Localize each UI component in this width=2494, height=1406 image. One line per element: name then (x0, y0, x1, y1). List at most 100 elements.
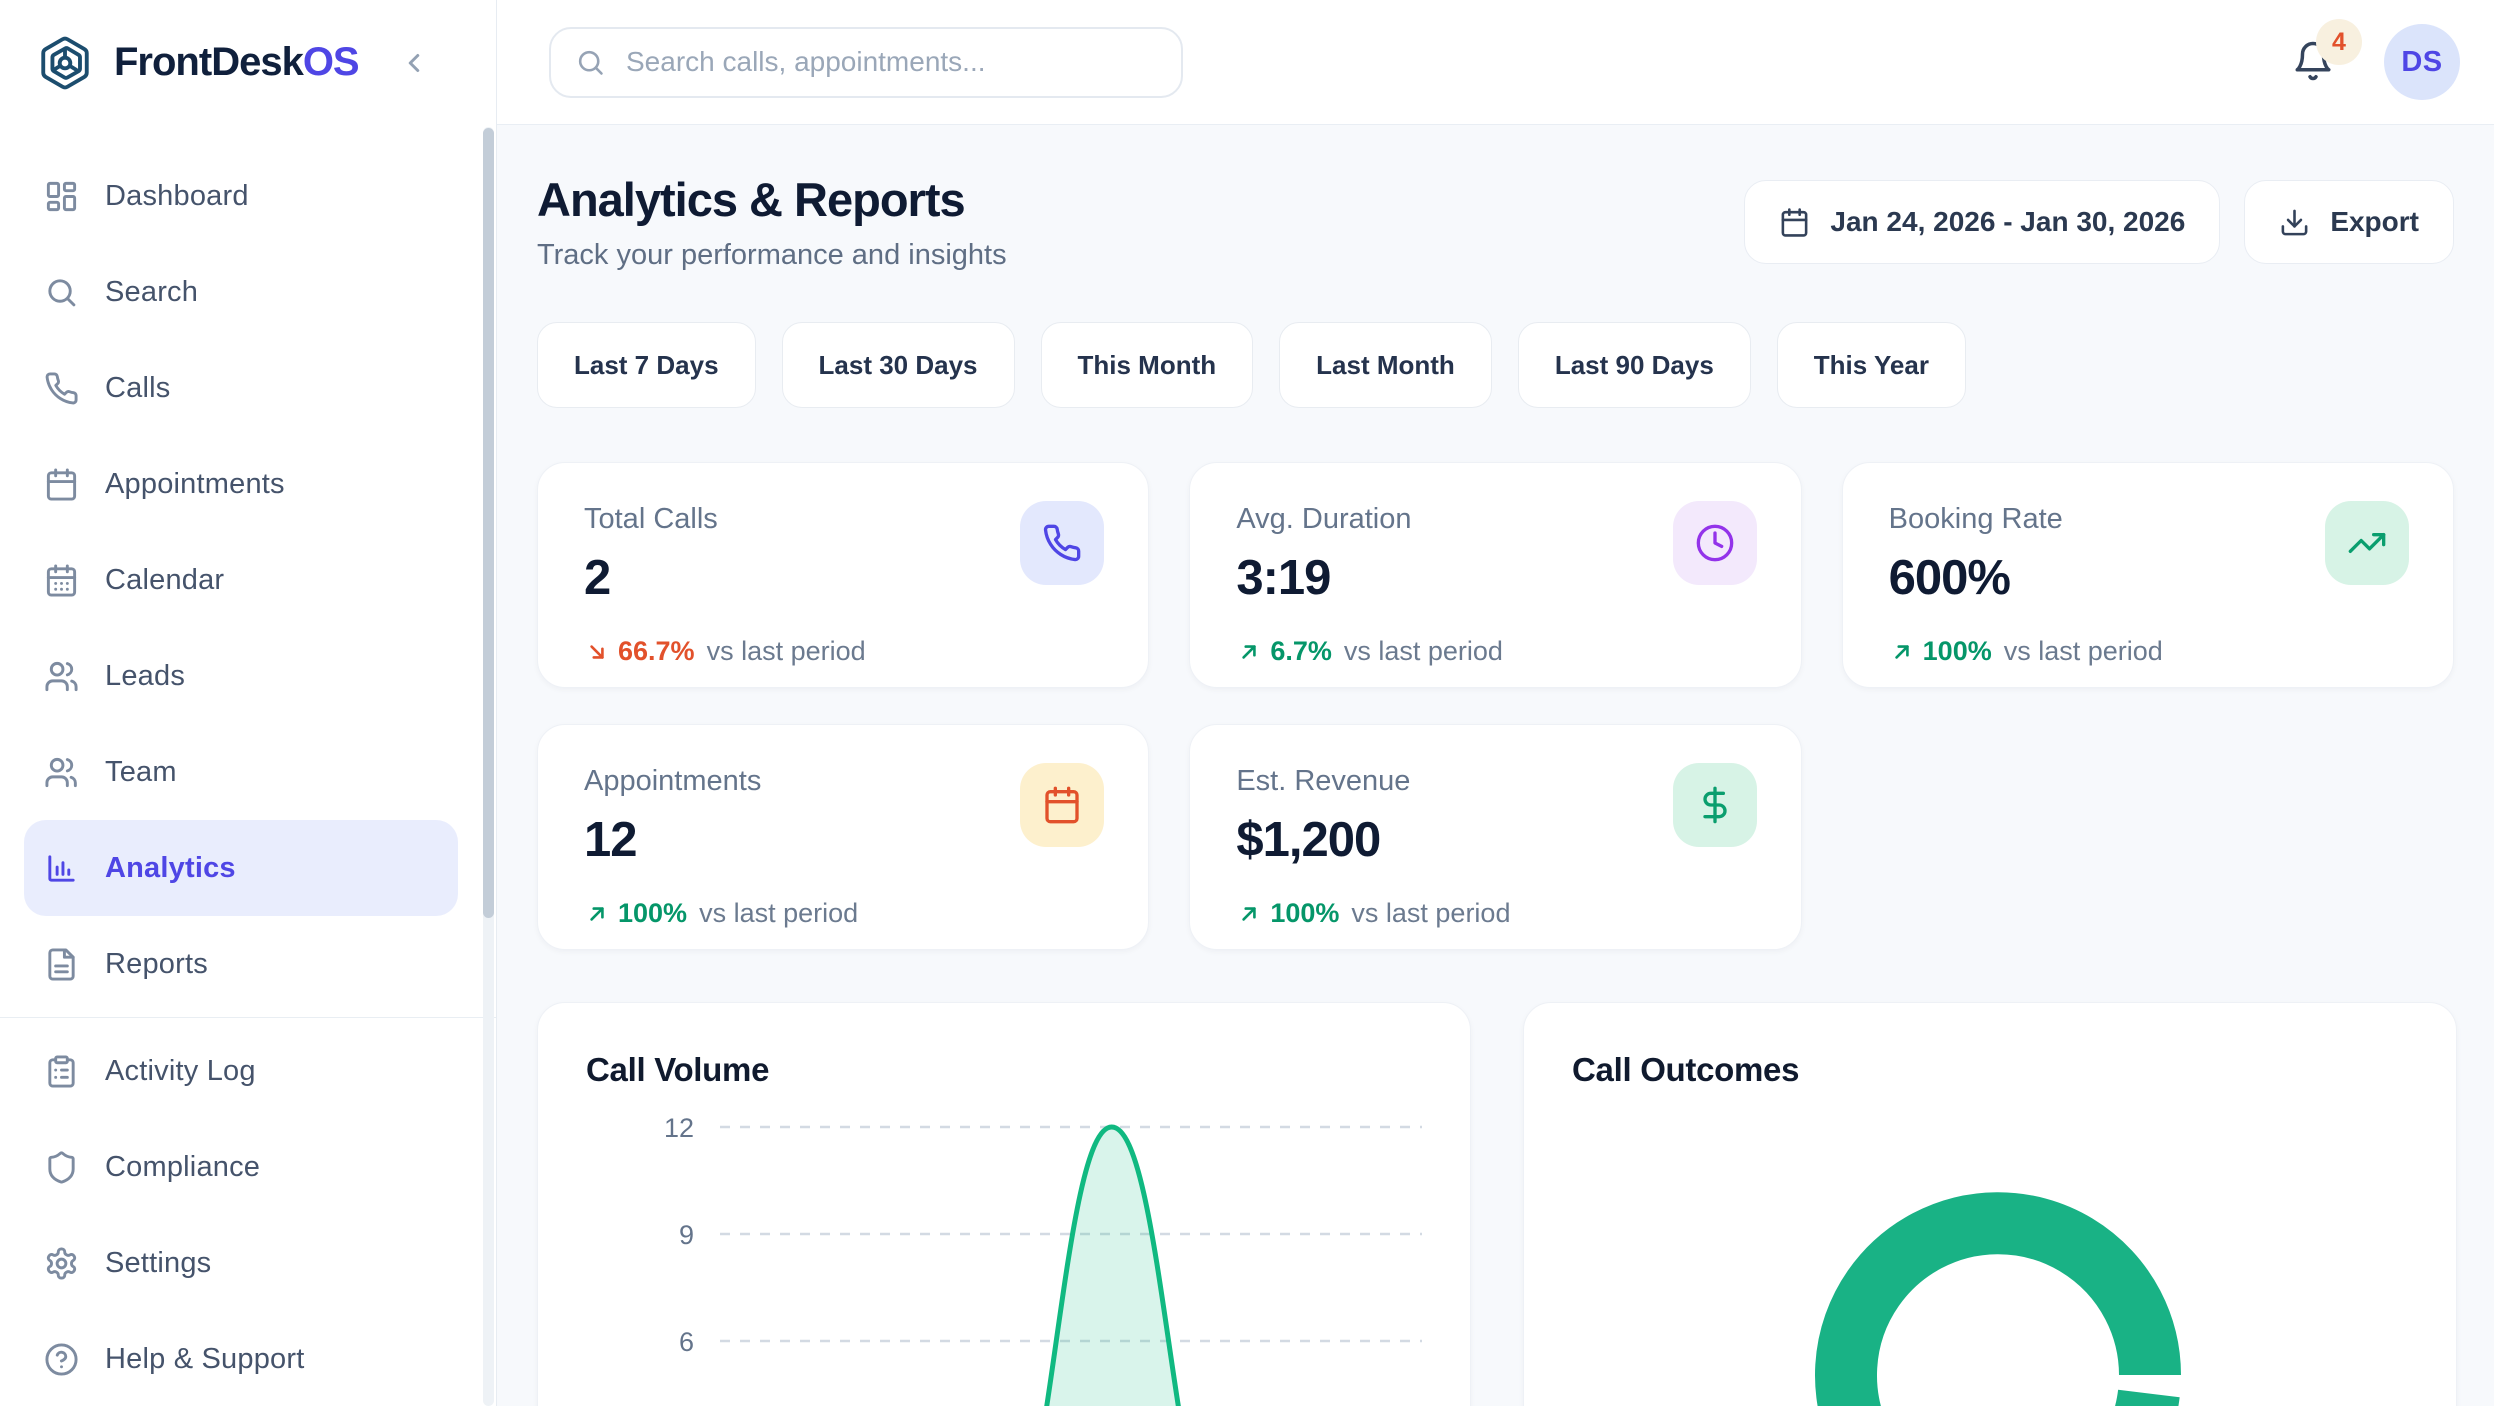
sidebar-item-compliance[interactable]: Compliance (24, 1119, 458, 1215)
logo-row: FrontDeskOS (0, 0, 496, 125)
users-icon (44, 659, 79, 694)
topbar: 4 DS (497, 0, 2494, 125)
app-root: FrontDeskOS Dashboard Search Calls Appoi… (0, 0, 2494, 1406)
export-button[interactable]: Export (2244, 180, 2454, 264)
shield-icon (44, 1150, 79, 1185)
page-subtitle: Track your performance and insights (537, 239, 1007, 272)
stats-grid: Total Calls 2 66.7% vs last period Avg. … (537, 462, 2454, 950)
chart-title: Call Volume (586, 1051, 1422, 1089)
arrow-up-right-icon (1236, 639, 1262, 665)
svg-text:12: 12 (664, 1113, 694, 1143)
delta-value: 66.7% (584, 636, 695, 667)
delta-value: 100% (1236, 898, 1339, 929)
page-header-controls: Jan 24, 2026 - Jan 30, 2026 Export (1744, 180, 2454, 264)
bar-chart-icon (44, 851, 79, 886)
dashboard-grid-icon (44, 179, 79, 214)
stat-delta: 6.7% vs last period (1236, 636, 1754, 667)
delta-suffix: vs last period (1351, 898, 1510, 929)
chip-last-7-days[interactable]: Last 7 Days (537, 322, 756, 408)
phone-icon (1042, 523, 1082, 563)
sidebar-item-reports[interactable]: Reports (24, 916, 458, 1012)
stat-card-total-calls: Total Calls 2 66.7% vs last period (537, 462, 1149, 688)
date-range-label: Jan 24, 2026 - Jan 30, 2026 (1830, 206, 2185, 238)
sidebar-item-search[interactable]: Search (24, 244, 458, 340)
sidebar-item-label: Search (105, 276, 198, 309)
global-search-box (549, 27, 1183, 98)
trending-up-icon-tile (2325, 501, 2409, 585)
call-volume-chart-card: Call Volume 12 9 6 (537, 1002, 1471, 1406)
global-search-input[interactable] (624, 45, 1157, 79)
dollar-icon-tile (1673, 763, 1757, 847)
svg-text:9: 9 (679, 1220, 694, 1250)
sidebar-item-team[interactable]: Team (24, 724, 458, 820)
stat-delta: 66.7% vs last period (584, 636, 1102, 667)
sidebar-item-label: Team (105, 756, 177, 789)
sidebar-item-calendar[interactable]: Calendar (24, 532, 458, 628)
gear-icon (44, 1246, 79, 1281)
sidebar-item-label: Leads (105, 660, 185, 693)
download-icon (2279, 207, 2310, 238)
delta-value: 6.7% (1236, 636, 1332, 667)
calendar-icon-tile (1020, 763, 1104, 847)
sidebar-item-label: Appointments (105, 468, 285, 501)
sidebar-item-leads[interactable]: Leads (24, 628, 458, 724)
file-text-icon (44, 947, 79, 982)
sidebar-item-dashboard[interactable]: Dashboard (24, 148, 458, 244)
chart-title: Call Outcomes (1572, 1051, 2408, 1089)
stat-delta: 100% vs last period (1889, 636, 2407, 667)
chip-this-year[interactable]: This Year (1777, 322, 1966, 408)
clipboard-list-icon (44, 1054, 79, 1089)
chevron-left-icon (399, 48, 429, 78)
sidebar-item-appointments[interactable]: Appointments (24, 436, 458, 532)
sidebar-scrollbar-thumb[interactable] (483, 128, 494, 918)
delta-value: 100% (584, 898, 687, 929)
chip-last-30-days[interactable]: Last 30 Days (782, 322, 1015, 408)
sidebar-item-label: Settings (105, 1247, 211, 1280)
sidebar-item-analytics[interactable]: Analytics (24, 820, 458, 916)
sidebar-item-activity-log[interactable]: Activity Log (24, 1023, 458, 1119)
sidebar-item-label: Calendar (105, 564, 224, 597)
chip-this-month[interactable]: This Month (1041, 322, 1254, 408)
export-label: Export (2330, 206, 2419, 238)
chip-last-90-days[interactable]: Last 90 Days (1518, 322, 1751, 408)
delta-value: 100% (1889, 636, 1992, 667)
brand-name: FrontDeskOS (114, 40, 359, 85)
trending-up-icon (2347, 523, 2387, 563)
call-outcomes-donut-chart (1572, 1111, 2408, 1406)
brand-name-primary: FrontDesk (114, 40, 303, 84)
phone-icon-tile (1020, 501, 1104, 585)
arrow-up-right-icon (1236, 901, 1262, 927)
sidebar-item-label: Activity Log (105, 1055, 256, 1088)
search-icon (44, 275, 79, 310)
date-range-picker[interactable]: Jan 24, 2026 - Jan 30, 2026 (1744, 180, 2220, 264)
user-avatar[interactable]: DS (2384, 24, 2460, 100)
sidebar-item-calls[interactable]: Calls (24, 340, 458, 436)
sidebar-item-label: Calls (105, 372, 170, 405)
phone-icon (44, 371, 79, 406)
chip-last-month[interactable]: Last Month (1279, 322, 1492, 408)
sidebar-item-help-support[interactable]: Help & Support (24, 1311, 458, 1406)
stat-delta: 100% vs last period (1236, 898, 1754, 929)
stat-card-avg-duration: Avg. Duration 3:19 6.7% vs last period (1189, 462, 1801, 688)
svg-text:6: 6 (679, 1327, 694, 1357)
sidebar-item-label: Help & Support (105, 1343, 304, 1376)
charts-grid: Call Volume 12 9 6 Call Outcomes (537, 1002, 2454, 1406)
sidebar-item-label: Dashboard (105, 180, 249, 213)
notifications-button[interactable]: 4 (2290, 37, 2336, 87)
page-header: Analytics & Reports Track your performan… (537, 172, 2454, 272)
delta-suffix: vs last period (2004, 636, 2163, 667)
stat-card-est-revenue: Est. Revenue $1,200 100% vs last period (1189, 724, 1801, 950)
sidebar-nav: Dashboard Search Calls Appointments Cale… (0, 125, 496, 1406)
call-outcomes-chart-card: Call Outcomes (1523, 1002, 2457, 1406)
brand-logo-hexagon-icon (36, 34, 94, 92)
sidebar-item-settings[interactable]: Settings (24, 1215, 458, 1311)
delta-suffix: vs last period (707, 636, 866, 667)
clock-icon (1695, 523, 1735, 563)
sidebar-collapse-button[interactable] (392, 41, 436, 85)
users-round-icon (44, 755, 79, 790)
sidebar-item-label: Reports (105, 948, 208, 981)
calendar-icon (1779, 207, 1810, 238)
clock-icon-tile (1673, 501, 1757, 585)
main-content: Analytics & Reports Track your performan… (497, 126, 2494, 1406)
sidebar-item-label: Analytics (105, 852, 236, 885)
